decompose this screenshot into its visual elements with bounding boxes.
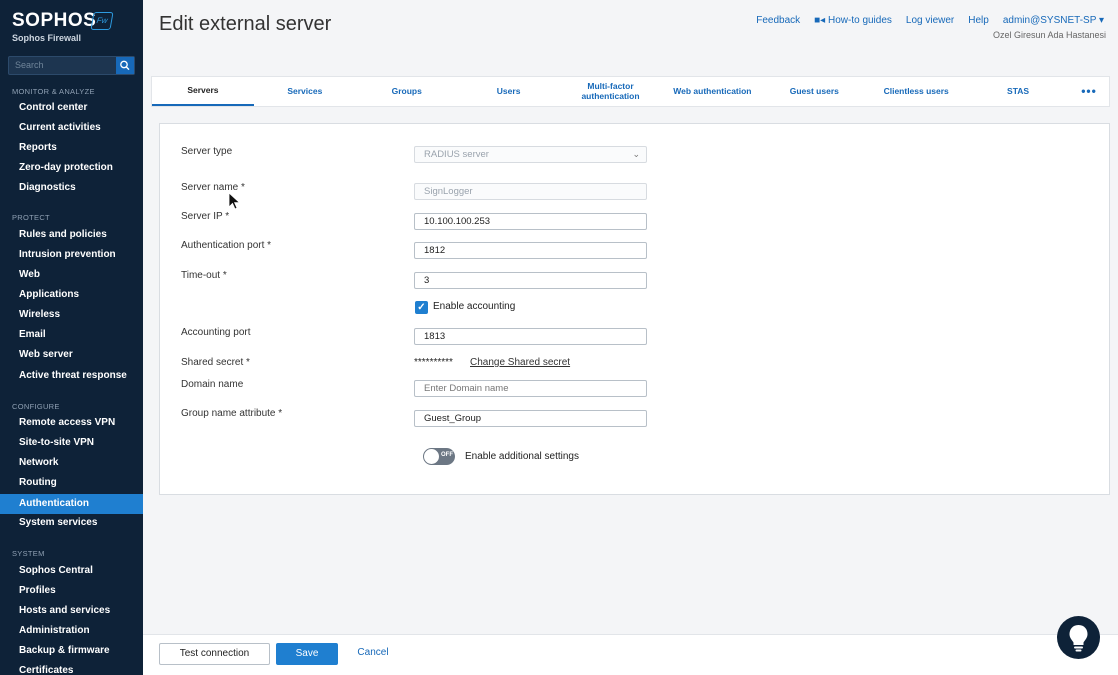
chevron-down-icon: ▾ [1098,15,1104,26]
save-button[interactable]: Save [276,643,338,665]
server-type-label: Server type [181,146,233,157]
organization-name: Ozel Giresun Ada Hastanesi [992,30,1106,40]
authentication-port-field[interactable]: 1812 [414,242,647,259]
nav-rules-and-policies[interactable]: Rules and policies [0,225,143,245]
search-icon[interactable] [116,57,134,74]
video-camera-icon: ■◂ [814,15,826,26]
sophos-logo: SOPHOS [12,10,97,31]
additional-settings-toggle[interactable]: OFF [423,448,455,465]
server-type-select: RADIUS server ⌄ [414,146,647,163]
nav-certificates[interactable]: Certificates [0,661,143,675]
accounting-port-field[interactable]: 1813 [414,328,647,345]
nav-backup-firmware[interactable]: Backup & firmware [0,641,143,661]
tab-guest-users[interactable]: Guest users [763,77,865,106]
nav-current-activities[interactable]: Current activities [0,118,143,138]
brand: SOPHOS Sophos Firewall [12,10,96,43]
server-ip-field[interactable]: 10.100.100.253 [414,213,647,230]
nav-network[interactable]: Network [0,453,143,473]
nav-control-center[interactable]: Control center [0,98,143,118]
section-monitor: MONITOR & ANALYZE [12,87,95,96]
product-name: Sophos Firewall [12,33,82,43]
nav-reports[interactable]: Reports [0,138,143,158]
tab-multi-factor-authentication[interactable]: Multi-factor authentication [560,77,662,106]
toggle-knob [424,449,439,464]
additional-settings-label: Enable additional settings [465,451,579,462]
shared-secret-label: Shared secret * [181,357,250,368]
server-name-field: SignLogger [414,183,647,200]
nav-web-server[interactable]: Web server [0,345,143,365]
change-shared-secret-link[interactable]: Change Shared secret [470,357,570,368]
nav-administration[interactable]: Administration [0,621,143,641]
nav-applications[interactable]: Applications [0,285,143,305]
how-to-guides-link[interactable]: ■◂ How-to guides [814,15,892,26]
server-form-card [159,123,1110,495]
tab-users[interactable]: Users [458,77,560,106]
server-ip-label: Server IP * [181,211,230,222]
user-name: admin@SYSNET-SP [1002,15,1097,26]
timeout-field[interactable]: 3 [414,272,647,289]
section-system: SYSTEM [12,549,45,558]
feedback-link[interactable]: Feedback [756,15,800,26]
log-viewer-link[interactable]: Log viewer [906,15,954,26]
nav-email[interactable]: Email [0,325,143,345]
group-name-attribute-field[interactable]: Guest_Group [414,410,647,427]
tab-bar: Servers Services Groups Users Multi-fact… [151,76,1110,107]
top-links: Feedback ■◂ How-to guides Log viewer Hel… [756,15,1104,26]
tab-servers[interactable]: Servers [152,77,254,106]
firewall-badge-icon: Fw [90,12,114,30]
shared-secret-value: ********** [414,357,453,368]
domain-name-label: Domain name [181,379,244,390]
nav-authentication[interactable]: Authentication [0,494,143,514]
nav-sophos-central[interactable]: Sophos Central [0,561,143,581]
mouse-cursor-icon [228,192,241,210]
chevron-down-icon: ⌄ [632,149,640,159]
nav-routing[interactable]: Routing [0,473,143,493]
test-connection-button[interactable]: Test connection [159,643,270,665]
cancel-button[interactable]: Cancel [350,643,396,665]
nav-web[interactable]: Web [0,265,143,285]
user-menu[interactable]: admin@SYSNET-SP ▾ [1003,15,1104,26]
timeout-label: Time-out * [181,270,227,281]
tab-stas[interactable]: STAS [967,77,1069,106]
nav-site-to-site-vpn[interactable]: Site-to-site VPN [0,433,143,453]
section-configure: CONFIGURE [12,402,60,411]
search-placeholder: Search [15,60,44,70]
tab-clientless-users[interactable]: Clientless users [865,77,967,106]
nav-wireless[interactable]: Wireless [0,305,143,325]
authentication-port-label: Authentication port * [181,240,272,251]
search-input[interactable]: Search [8,56,135,75]
nav-remote-access-vpn[interactable]: Remote access VPN [0,413,143,433]
accounting-port-label: Accounting port [181,327,251,338]
sidebar: SOPHOS Sophos Firewall Fw Search MONITOR… [0,0,143,675]
domain-name-field[interactable]: Enter Domain name [414,380,647,397]
tab-groups[interactable]: Groups [356,77,458,106]
nav-diagnostics[interactable]: Diagnostics [0,178,143,198]
nav-intrusion-prevention[interactable]: Intrusion prevention [0,245,143,265]
page-title: Edit external server [159,13,332,35]
help-link[interactable]: Help [968,15,989,26]
tab-web-authentication[interactable]: Web authentication [661,77,763,106]
toggle-state: OFF [441,452,453,458]
nav-system-services[interactable]: System services [0,513,143,533]
group-name-attribute-label: Group name attribute * [181,408,283,419]
server-type-value: RADIUS server [424,149,489,160]
enable-accounting-label: Enable accounting [433,301,516,312]
lightbulb-icon[interactable] [1057,616,1100,659]
tab-services[interactable]: Services [254,77,356,106]
more-tabs-icon[interactable]: ••• [1069,77,1109,106]
nav-active-threat-response[interactable]: Active threat response [0,366,143,386]
nav-profiles[interactable]: Profiles [0,581,143,601]
nav-zero-day-protection[interactable]: Zero-day protection [0,158,143,178]
enable-accounting-checkbox[interactable]: ✓ [415,301,428,314]
section-protect: PROTECT [12,213,50,222]
nav-hosts-and-services[interactable]: Hosts and services [0,601,143,621]
